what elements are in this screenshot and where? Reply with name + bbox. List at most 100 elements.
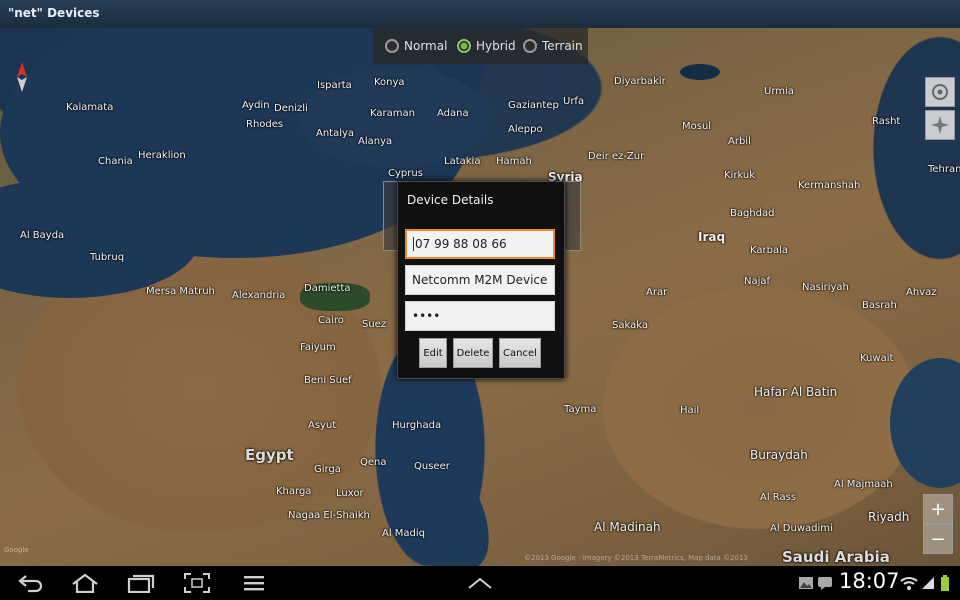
map-label: Aydin: [242, 100, 270, 111]
map-label: Cyprus: [388, 168, 423, 179]
gallery-notification[interactable]: [797, 571, 815, 595]
compass-button[interactable]: [925, 110, 955, 140]
map-label: Urfa: [563, 96, 585, 107]
map-type-label: Normal: [404, 39, 448, 53]
map-label: Riyadh: [868, 510, 910, 524]
map-type-normal[interactable]: Normal: [385, 37, 447, 55]
home-icon: [72, 573, 98, 593]
password-value: ••••: [412, 309, 441, 323]
minus-icon: −: [930, 528, 946, 550]
edit-button[interactable]: Edit: [419, 338, 447, 368]
zoom-out-button[interactable]: −: [923, 524, 953, 554]
map-label: Kharga: [276, 486, 312, 497]
map-label: Al Madinah: [594, 520, 661, 534]
chat-icon: [818, 577, 832, 590]
map-label: Rhodes: [246, 119, 284, 130]
map-label: Faiyum: [300, 342, 336, 353]
radio-icon: [523, 39, 537, 53]
map-label: Al Bayda: [20, 230, 65, 241]
map-label: Al Rass: [760, 492, 797, 503]
text-caret: [413, 237, 414, 251]
lake-van: [680, 64, 720, 80]
radio-selected-icon: [457, 39, 471, 53]
radio-icon: [385, 39, 399, 53]
map-label: Damietta: [304, 283, 351, 294]
quick-launch-button[interactable]: [465, 571, 495, 595]
map-label: Al Majmaah: [834, 479, 893, 490]
map-label: Najaf: [744, 276, 771, 287]
status-clock: 18:07: [839, 569, 900, 593]
signal-status: [920, 571, 936, 595]
map-label: Hail: [680, 405, 700, 416]
red-sea: [364, 408, 506, 566]
dialog-title: Device Details: [407, 193, 494, 207]
map-label: Karbala: [750, 245, 789, 256]
map-label: Konya: [374, 77, 405, 88]
compass-rose-icon: [931, 116, 949, 134]
target-icon: [932, 84, 948, 100]
map-label: Rasht: [872, 116, 901, 127]
map-label: Sakaka: [612, 320, 648, 331]
map-label: Deir ez-Zur: [588, 151, 645, 162]
map-label: Alexandria: [232, 290, 286, 301]
map-label: Heraklion: [138, 150, 186, 161]
screenshot-button[interactable]: [182, 571, 212, 595]
map-label: Hurghada: [392, 420, 442, 431]
map-label: Denizli: [274, 103, 308, 114]
map-label: Diyarbakir: [614, 76, 666, 87]
cancel-button[interactable]: Cancel: [499, 338, 541, 368]
map-label: Egypt: [245, 446, 294, 464]
home-button[interactable]: [70, 571, 100, 595]
zoom-in-button[interactable]: +: [923, 494, 953, 524]
map-label: Asyut: [308, 420, 337, 431]
message-notification[interactable]: [817, 571, 833, 595]
map-label: Arar: [646, 287, 668, 298]
map-type-hybrid[interactable]: Hybrid: [457, 37, 516, 55]
persian-gulf: [890, 358, 960, 488]
map-label: Kermanshah: [798, 180, 861, 191]
device-details-dialog: Device Details 07 99 88 08 66 Netcomm M2…: [397, 181, 565, 379]
google-logo: Google: [4, 546, 29, 554]
map-type-terrain[interactable]: Terrain: [523, 37, 583, 55]
map-type-label: Terrain: [542, 39, 583, 53]
map-label: Tubruq: [90, 252, 125, 263]
map-label: Al Duwadimi: [770, 523, 833, 534]
map-label: Tayma: [564, 404, 597, 415]
back-icon: [18, 575, 43, 593]
map-label: Buraydah: [750, 448, 808, 462]
device-name-field[interactable]: Netcomm M2M Device: [405, 265, 555, 295]
battery-icon: [941, 575, 949, 591]
back-button[interactable]: [16, 571, 46, 595]
map-type-label: Hybrid: [476, 39, 516, 53]
map-label: Ahvaz: [906, 287, 937, 298]
phone-number-value: 07 99 88 08 66: [415, 237, 507, 251]
chevron-up-icon: [468, 577, 492, 589]
map-label: Aleppo: [508, 124, 543, 135]
compass-icon[interactable]: [16, 62, 28, 92]
menu-icon: [244, 576, 264, 591]
map-label: Adana: [437, 108, 469, 119]
recent-apps-button[interactable]: [126, 571, 156, 595]
map-label: Al Madiq: [382, 528, 426, 539]
menu-button[interactable]: [240, 571, 268, 595]
map-label: Baghdad: [730, 208, 775, 219]
delete-button[interactable]: Delete: [453, 338, 493, 368]
map-label: Urmia: [764, 86, 794, 97]
map-label: Cairo: [318, 315, 344, 326]
password-field[interactable]: ••••: [405, 301, 555, 331]
map-label: Chania: [98, 156, 133, 167]
map-label: Hamah: [496, 156, 532, 167]
map-label: Girga: [314, 464, 341, 475]
battery-status: [938, 571, 952, 595]
map-label: Beni Suef: [304, 375, 352, 386]
map-label: Kirkuk: [724, 170, 756, 181]
phone-number-field[interactable]: 07 99 88 08 66: [405, 229, 555, 259]
title-bar: "net" Devices: [0, 0, 960, 29]
map-label: Qena: [360, 457, 387, 468]
map-label: Latakia: [444, 156, 481, 167]
my-location-button[interactable]: [925, 77, 955, 107]
map-attribution[interactable]: ©2013 Google - Imagery ©2013 TerraMetric…: [524, 554, 748, 562]
map-label: Hafar Al Batin: [754, 385, 838, 399]
map-label: Suez: [362, 319, 387, 330]
map-label: Arbil: [728, 136, 751, 147]
